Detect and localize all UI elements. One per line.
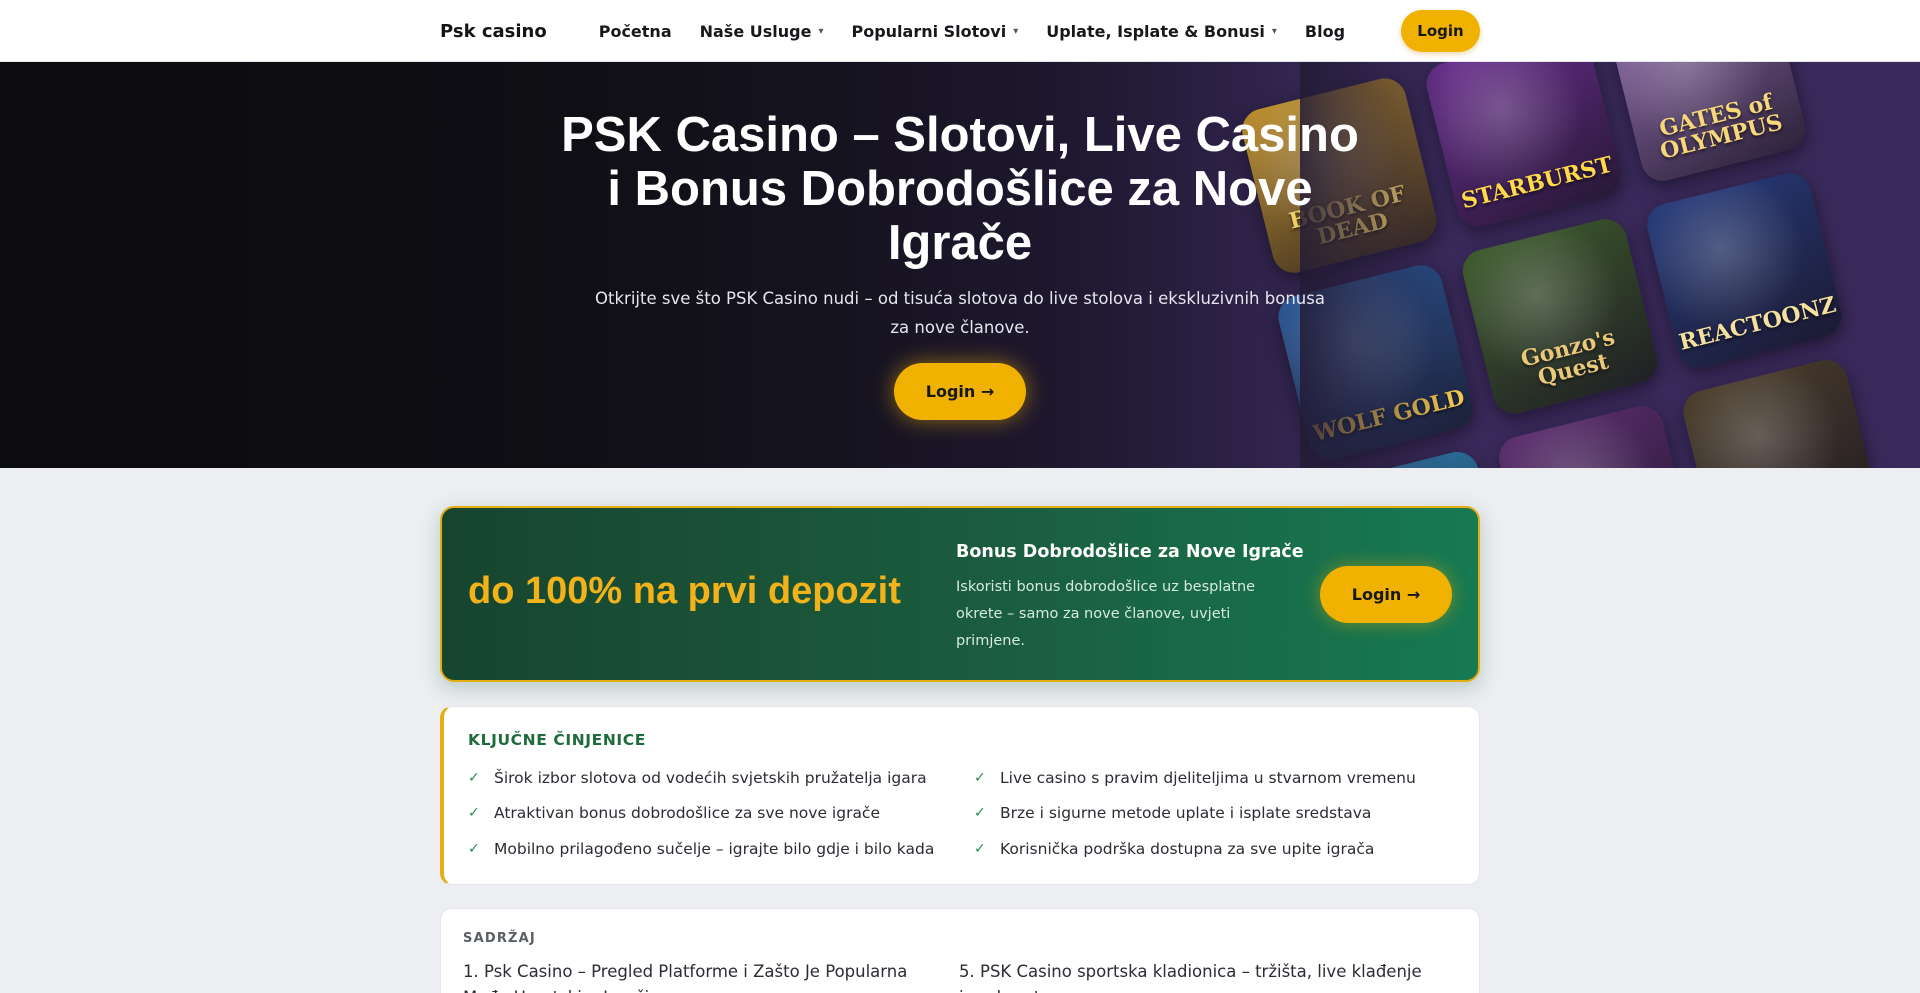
- check-icon: ✓: [974, 841, 986, 857]
- fact-text: Korisnička podrška dostupna za sve upite…: [1000, 840, 1375, 858]
- table-of-contents: SADRŽAJ 1. Psk Casino – Pregled Platform…: [440, 908, 1480, 993]
- hero-login-button[interactable]: Login →: [894, 363, 1026, 420]
- fact-text: Live casino s pravim djeliteljima u stva…: [1000, 769, 1416, 787]
- fact-text: Brze i sigurne metode uplate i isplate s…: [1000, 804, 1372, 822]
- fact-item: ✓ Širok izbor slotova od vodećih svjetsk…: [468, 769, 927, 787]
- fact-item: ✓ Live casino s pravim djeliteljima u st…: [974, 769, 1416, 787]
- nav-item-popularni-slotovi[interactable]: Popularni Slotovi ▾: [851, 22, 1018, 41]
- nav-item-label: Naše Usluge: [699, 21, 812, 41]
- check-icon: ✓: [468, 841, 480, 857]
- nav-item-label: Blog: [1304, 21, 1346, 41]
- bonus-title: Bonus Dobrodošlice za Nove Igrače: [956, 542, 1304, 562]
- chevron-down-icon: ▾: [1013, 25, 1019, 37]
- welcome-bonus-banner: do 100% na prvi depozit Bonus Dobrodošli…: [440, 506, 1480, 682]
- check-icon: ✓: [974, 770, 986, 786]
- bonus-login-button[interactable]: Login →: [1320, 566, 1452, 623]
- fact-text: Atraktivan bonus dobrodošlice za sve nov…: [494, 804, 880, 822]
- check-icon: ✓: [468, 770, 480, 786]
- nav-item-blog[interactable]: Blog: [1305, 22, 1345, 41]
- bonus-amount: do 100% na prvi depozit: [468, 570, 901, 612]
- hero-subtitle: Otkrijte sve što PSK Casino nudi – od ti…: [595, 289, 1325, 337]
- nav-container: Psk casino Početna Naše Usluge ▾ Popular…: [440, 0, 1480, 62]
- fact-item: ✓ Korisnička podrška dostupna za sve upi…: [974, 840, 1374, 858]
- key-facts-card: KLJUČNE ČINJENICE ✓ Širok izbor slotova …: [440, 706, 1480, 885]
- brand-logo[interactable]: Psk casino: [440, 21, 547, 42]
- chevron-down-icon: ▾: [818, 25, 824, 37]
- nav-login-button[interactable]: Login: [1401, 10, 1480, 52]
- nav-item-nase-usluge[interactable]: Naše Usluge ▾: [700, 22, 824, 41]
- key-facts-title: KLJUČNE ČINJENICE: [468, 731, 646, 749]
- fact-text: Mobilno prilagođeno sučelje – igrajte bi…: [494, 840, 935, 858]
- hero-section: BOOK OF DEADSTARBURSTGATES of OLYMPUSWOL…: [0, 62, 1920, 468]
- fact-item: ✓ Atraktivan bonus dobrodošlice za sve n…: [468, 804, 880, 822]
- top-navigation-bar: Psk casino Početna Naše Usluge ▾ Popular…: [0, 0, 1920, 62]
- nav-item-label: Početna: [598, 21, 672, 41]
- fact-item: ✓ Mobilno prilagođeno sučelje – igrajte …: [468, 840, 934, 858]
- toc-title: SADRŽAJ: [463, 931, 536, 946]
- toc-link[interactable]: 1. Psk Casino – Pregled Platforme i Zašt…: [463, 959, 933, 993]
- check-icon: ✓: [974, 805, 986, 821]
- fact-item: ✓ Brze i sigurne metode uplate i isplate…: [974, 804, 1371, 822]
- nav-item-label: Uplate, Isplate & Bonusi: [1046, 21, 1265, 41]
- hero-title: PSK Casino – Slotovi, Live Casino i Bonu…: [561, 108, 1359, 270]
- nav-item-pocetna[interactable]: Početna: [599, 22, 672, 41]
- nav-item-label: Popularni Slotovi: [851, 21, 1007, 41]
- nav-item-uplate-isplate-bonusi[interactable]: Uplate, Isplate & Bonusi ▾: [1046, 22, 1277, 41]
- check-icon: ✓: [468, 805, 480, 821]
- chevron-down-icon: ▾: [1271, 25, 1277, 37]
- fact-text: Širok izbor slotova od vodećih svjetskih…: [494, 769, 927, 787]
- toc-link[interactable]: 5. PSK Casino sportska kladionica – trži…: [959, 959, 1429, 993]
- bonus-description: Iskoristi bonus dobrodošlice uz besplatn…: [956, 579, 1256, 649]
